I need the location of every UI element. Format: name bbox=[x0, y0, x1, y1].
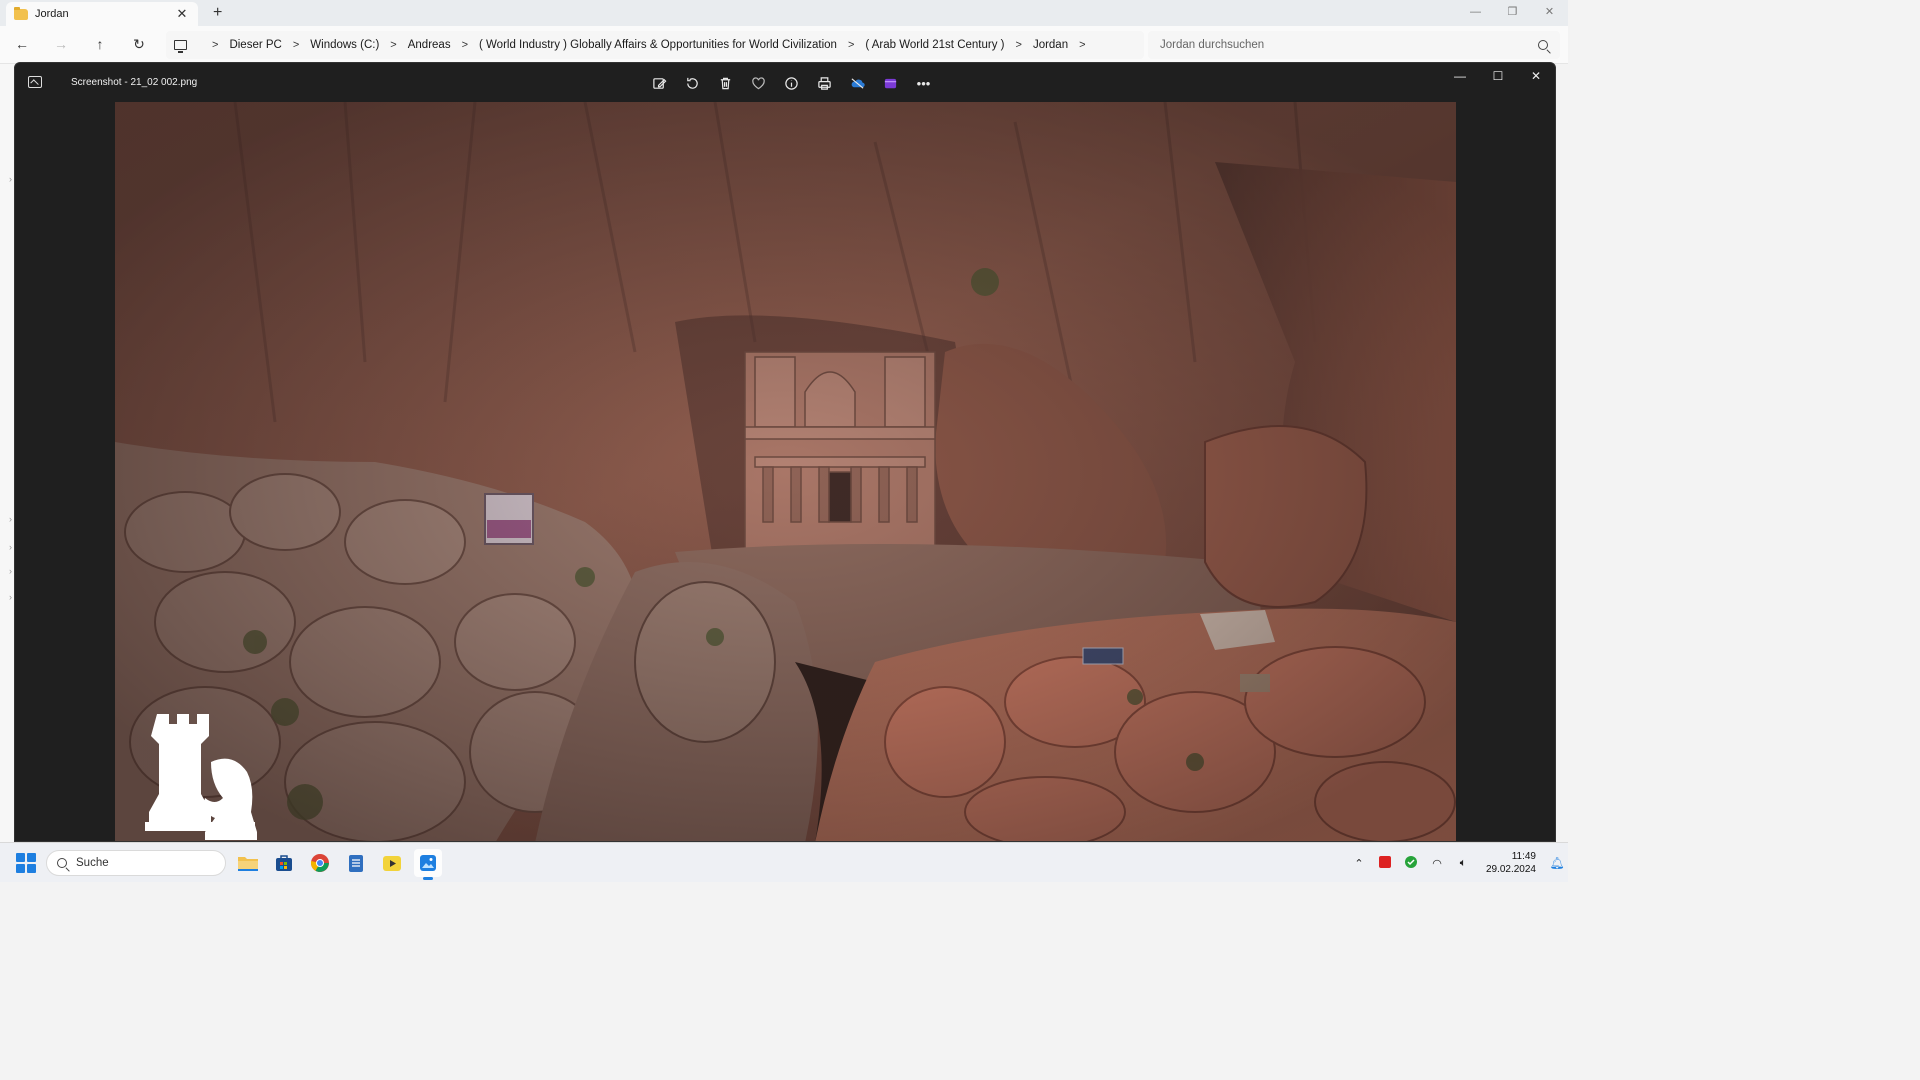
folder-icon bbox=[14, 6, 28, 20]
clock[interactable]: 11:49 29.02.2024 bbox=[1476, 850, 1536, 876]
chevron-right-icon[interactable]: > bbox=[1016, 39, 1022, 51]
player-icon[interactable] bbox=[378, 849, 406, 877]
refresh-icon[interactable]: ↻ bbox=[129, 36, 149, 53]
tab-title: Jordan bbox=[35, 8, 69, 20]
up-arrow-icon[interactable]: ↑ bbox=[90, 36, 110, 52]
explorer-tabbar: Jordan ✕ + — ❐ ✕ bbox=[0, 0, 1568, 26]
explorer-search bbox=[1148, 31, 1560, 59]
taskbar: Suche ⌃ ◠ 🔈︎ 11:49 29.02.2024 🔔︎ bbox=[0, 842, 1568, 882]
onedrive-icon[interactable] bbox=[841, 72, 874, 94]
search-icon[interactable] bbox=[1538, 40, 1548, 50]
antivirus-icon[interactable] bbox=[1372, 855, 1398, 871]
chevron-right-icon[interactable]: > bbox=[293, 39, 299, 51]
clipchamp-icon[interactable] bbox=[874, 72, 907, 94]
clock-time: 11:49 bbox=[1511, 851, 1536, 862]
rotate-icon[interactable] bbox=[676, 72, 709, 94]
restore-icon[interactable]: ❐ bbox=[1494, 0, 1531, 26]
forward-arrow-icon[interactable]: → bbox=[51, 36, 71, 52]
breadcrumb-item-world-industry[interactable]: ( World Industry ) Globally Affairs & Op… bbox=[479, 39, 837, 51]
photos-icon[interactable] bbox=[414, 849, 442, 880]
breadcrumb-item-windows-c[interactable]: Windows (C:) bbox=[310, 39, 379, 51]
chevron-right-icon[interactable]: > bbox=[390, 39, 396, 51]
file-explorer-icon[interactable] bbox=[234, 849, 262, 877]
chevron-right-icon[interactable]: › bbox=[9, 174, 12, 184]
taskbar-apps bbox=[234, 849, 442, 880]
viewer-toolbar: ••• bbox=[643, 72, 940, 94]
breadcrumb-item-jordan[interactable]: Jordan bbox=[1033, 39, 1068, 51]
clock-date: 29.02.2024 bbox=[1485, 864, 1536, 875]
chevron-right-icon[interactable]: › bbox=[9, 566, 12, 576]
chevron-right-icon[interactable]: > bbox=[1079, 39, 1085, 51]
search-icon bbox=[57, 858, 67, 868]
chevron-right-icon[interactable]: › bbox=[9, 542, 12, 552]
breadcrumb: > Dieser PC > Windows (C:) > Andreas > (… bbox=[166, 31, 1144, 59]
petra-treasury-photo bbox=[115, 102, 1456, 841]
breadcrumb-item-andreas[interactable]: Andreas bbox=[408, 39, 451, 51]
maximize-icon[interactable]: ☐ bbox=[1479, 63, 1517, 91]
delete-icon[interactable] bbox=[709, 72, 742, 94]
new-tab-button[interactable]: + bbox=[213, 4, 222, 22]
print-icon[interactable] bbox=[808, 72, 841, 94]
system-tray: ⌃ ◠ 🔈︎ 11:49 29.02.2024 🔔︎ bbox=[1346, 843, 1568, 883]
viewer-filename: Screenshot - 21_02 002.png bbox=[71, 77, 198, 88]
minimize-icon[interactable]: — bbox=[1457, 0, 1494, 26]
photos-app-icon bbox=[28, 76, 42, 88]
security-check-icon[interactable] bbox=[1398, 855, 1424, 871]
chevron-right-icon[interactable]: > bbox=[212, 39, 218, 51]
address-bar: ← → ↑ ↻ > Dieser PC > Windows (C:) > And… bbox=[0, 26, 1568, 64]
notification-bell-icon[interactable]: 🔔︎ bbox=[1546, 856, 1568, 870]
taskbar-search[interactable]: Suche bbox=[46, 850, 226, 876]
chevron-right-icon[interactable]: > bbox=[462, 39, 468, 51]
photo-canvas[interactable] bbox=[115, 102, 1456, 841]
wifi-icon[interactable]: ◠ bbox=[1424, 857, 1450, 870]
tab-jordan[interactable]: Jordan ✕ bbox=[6, 2, 198, 26]
viewer-window-controls: — ☐ ✕ bbox=[1441, 63, 1555, 91]
monitor-icon[interactable] bbox=[174, 40, 187, 53]
taskbar-search-label: Suche bbox=[76, 857, 109, 869]
explorer-window-controls: — ❐ ✕ bbox=[1457, 0, 1568, 26]
microsoft-store-icon[interactable] bbox=[270, 849, 298, 877]
chevron-up-icon[interactable]: ⌃ bbox=[1346, 857, 1372, 870]
windows-start-icon[interactable] bbox=[16, 853, 36, 873]
more-icon[interactable]: ••• bbox=[907, 72, 940, 94]
chrome-icon[interactable] bbox=[306, 849, 334, 877]
breadcrumb-item-dieser-pc[interactable]: Dieser PC bbox=[229, 39, 281, 51]
close-icon[interactable]: ✕ bbox=[1517, 63, 1555, 91]
viewer-titlebar: Screenshot - 21_02 002.png ••• — ☐ ✕ bbox=[15, 63, 1555, 103]
photos-viewer-window: Screenshot - 21_02 002.png ••• — ☐ ✕ bbox=[14, 62, 1556, 842]
chevron-right-icon[interactable]: › bbox=[9, 514, 12, 524]
breadcrumb-item-arab-world[interactable]: ( Arab World 21st Century ) bbox=[865, 39, 1004, 51]
favorite-icon[interactable] bbox=[742, 72, 775, 94]
close-icon[interactable]: ✕ bbox=[1531, 0, 1568, 26]
info-icon[interactable] bbox=[775, 72, 808, 94]
search-input[interactable] bbox=[1160, 39, 1538, 51]
speaker-icon[interactable]: 🔈︎ bbox=[1450, 857, 1476, 870]
back-arrow-icon[interactable]: ← bbox=[12, 36, 32, 52]
tab-close-icon[interactable]: ✕ bbox=[174, 6, 190, 22]
minimize-icon[interactable]: — bbox=[1441, 63, 1479, 91]
chevron-right-icon[interactable]: › bbox=[9, 592, 12, 602]
chevron-right-icon[interactable]: > bbox=[848, 39, 854, 51]
notepad-icon[interactable] bbox=[342, 849, 370, 877]
edit-image-icon[interactable] bbox=[643, 72, 676, 94]
